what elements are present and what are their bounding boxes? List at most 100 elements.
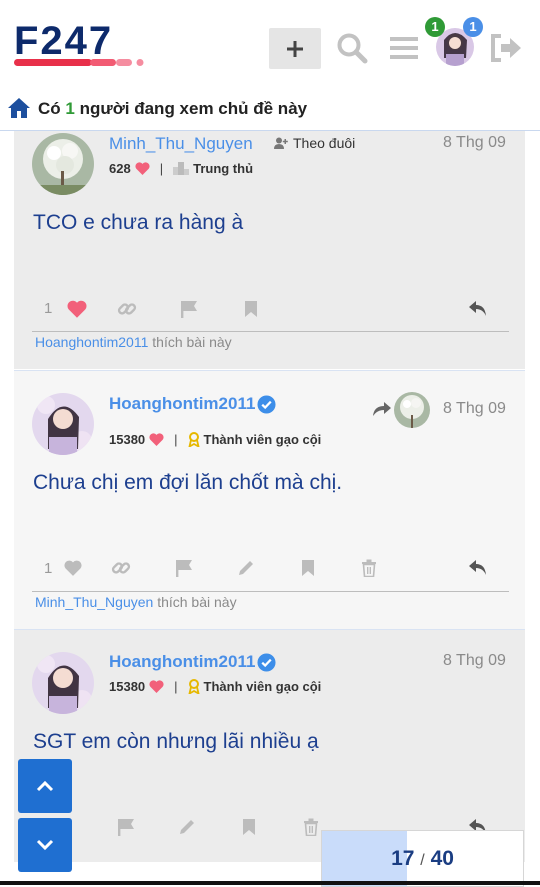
award-icon bbox=[188, 679, 200, 694]
site-header: F247 1 1 bbox=[0, 0, 540, 90]
post-item: Hoanghontim2011 8 Thg 09 15380 | Thành v… bbox=[14, 629, 525, 862]
divider bbox=[32, 591, 509, 592]
divider bbox=[32, 331, 509, 332]
bookmark-button[interactable] bbox=[240, 298, 262, 320]
bookmark-icon bbox=[245, 301, 257, 317]
plus-icon bbox=[287, 40, 303, 57]
flag-icon bbox=[118, 819, 134, 836]
user-stats: 628 | Trung thủ bbox=[109, 161, 254, 176]
liked-by-text: Hoanghontim2011 thích bài này bbox=[35, 334, 232, 350]
verified-badge-icon bbox=[257, 395, 276, 414]
notification-badge[interactable]: 1 bbox=[425, 17, 445, 37]
scroll-up-button[interactable] bbox=[18, 759, 72, 813]
user-stats: 15380 | Thành viên gạo cội bbox=[109, 432, 322, 447]
user-title: Thành viên gạo cội bbox=[203, 679, 322, 694]
hamburger-icon bbox=[390, 37, 418, 59]
scroll-down-button[interactable] bbox=[18, 818, 72, 872]
bookmark-icon bbox=[243, 819, 255, 835]
link-icon bbox=[111, 562, 131, 574]
new-topic-button[interactable] bbox=[269, 28, 321, 69]
topic-progress[interactable]: 17 / 40 bbox=[321, 830, 524, 887]
post-date[interactable]: 8 Thg 09 bbox=[443, 652, 506, 670]
flag-icon bbox=[176, 560, 192, 577]
logout-button[interactable] bbox=[488, 31, 524, 65]
home-icon[interactable] bbox=[7, 97, 31, 119]
delete-button[interactable] bbox=[300, 816, 322, 838]
poster-avatar[interactable] bbox=[32, 652, 94, 714]
viewer-count: 1 bbox=[65, 99, 75, 118]
share-link-button[interactable] bbox=[116, 298, 138, 320]
post-username[interactable]: Hoanghontim2011 bbox=[109, 652, 255, 672]
edit-button[interactable] bbox=[176, 816, 198, 838]
podium-icon bbox=[173, 162, 190, 175]
follow-button[interactable]: Theo đuôi bbox=[274, 135, 355, 151]
bookmark-button[interactable] bbox=[297, 557, 319, 579]
post-item: Minh_Thu_Nguyen Theo đuôi 8 Thg 09 628 |… bbox=[14, 131, 525, 369]
share-link-button[interactable] bbox=[110, 557, 132, 579]
chevron-down-icon bbox=[36, 839, 54, 851]
bottom-edge bbox=[0, 881, 540, 885]
chevron-up-icon bbox=[36, 780, 54, 792]
heart-icon bbox=[67, 300, 87, 318]
user-stats: 15380 | Thành viên gạo cội bbox=[109, 679, 322, 694]
viewers-banner: Có 1 người đang xem chủ đề này bbox=[0, 90, 540, 131]
reply-to-icon[interactable] bbox=[372, 401, 392, 417]
bookmark-icon bbox=[302, 560, 314, 576]
reply-button[interactable] bbox=[466, 557, 490, 579]
poster-avatar[interactable] bbox=[32, 133, 94, 195]
heart-icon bbox=[64, 560, 82, 576]
user-score: 15380 bbox=[109, 679, 146, 694]
post-username[interactable]: Hoanghontim2011 bbox=[109, 394, 255, 414]
progress-total: 40 bbox=[430, 847, 454, 870]
post-date[interactable]: 8 Thg 09 bbox=[443, 400, 506, 418]
award-icon bbox=[188, 432, 200, 447]
trash-icon bbox=[362, 559, 376, 577]
like-button[interactable] bbox=[62, 558, 84, 578]
flag-button[interactable] bbox=[173, 557, 195, 579]
like-button[interactable] bbox=[66, 299, 88, 319]
liker-name[interactable]: Hoanghontim2011 bbox=[35, 334, 148, 350]
progress-current: 17 bbox=[391, 847, 415, 870]
bookmark-button[interactable] bbox=[238, 816, 260, 838]
post-body: SGT em còn nhưng lãi nhiều ạ bbox=[33, 730, 319, 753]
user-title: Thành viên gạo cội bbox=[203, 432, 322, 447]
user-score: 628 bbox=[109, 161, 131, 176]
reply-to-avatar[interactable] bbox=[394, 392, 430, 428]
delete-button[interactable] bbox=[358, 557, 380, 579]
link-icon bbox=[117, 303, 137, 315]
f247-logo[interactable]: F247 bbox=[14, 19, 179, 70]
user-score: 15380 bbox=[109, 432, 146, 447]
heart-icon bbox=[135, 162, 150, 175]
user-title: Trung thủ bbox=[193, 161, 254, 176]
trash-icon bbox=[304, 818, 318, 836]
flag-button[interactable] bbox=[178, 298, 200, 320]
message-badge[interactable]: 1 bbox=[463, 17, 483, 37]
like-count[interactable]: 1 bbox=[44, 560, 52, 577]
reply-button[interactable] bbox=[466, 298, 490, 320]
progress-label: 17 / 40 bbox=[391, 847, 454, 870]
menu-button[interactable] bbox=[388, 32, 420, 64]
edit-button[interactable] bbox=[235, 557, 257, 579]
verified-badge-icon bbox=[257, 653, 276, 672]
liker-name[interactable]: Minh_Thu_Nguyen bbox=[35, 594, 153, 610]
flag-icon bbox=[181, 301, 197, 318]
post-username[interactable]: Minh_Thu_Nguyen bbox=[109, 134, 253, 154]
viewers-text: Có 1 người đang xem chủ đề này bbox=[38, 99, 308, 118]
like-count[interactable]: 1 bbox=[44, 300, 52, 317]
post-body: TCO e chưa ra hàng à bbox=[33, 211, 244, 234]
search-icon bbox=[337, 33, 368, 64]
heart-icon bbox=[149, 433, 164, 446]
reply-icon bbox=[469, 301, 486, 316]
post-date[interactable]: 8 Thg 09 bbox=[443, 134, 506, 152]
post-item: Hoanghontim2011 8 Thg 09 15380 | Thành v… bbox=[14, 370, 525, 629]
search-button[interactable] bbox=[334, 30, 370, 66]
user-plus-icon bbox=[274, 137, 288, 149]
pencil-icon bbox=[239, 561, 253, 575]
logo-text: F247 bbox=[14, 24, 113, 63]
liked-by-text: Minh_Thu_Nguyen thích bài này bbox=[35, 594, 237, 610]
flag-button[interactable] bbox=[115, 816, 137, 838]
poster-avatar[interactable] bbox=[32, 393, 94, 455]
heart-icon bbox=[149, 680, 164, 693]
pencil-icon bbox=[180, 820, 194, 834]
sign-out-icon bbox=[491, 34, 521, 62]
